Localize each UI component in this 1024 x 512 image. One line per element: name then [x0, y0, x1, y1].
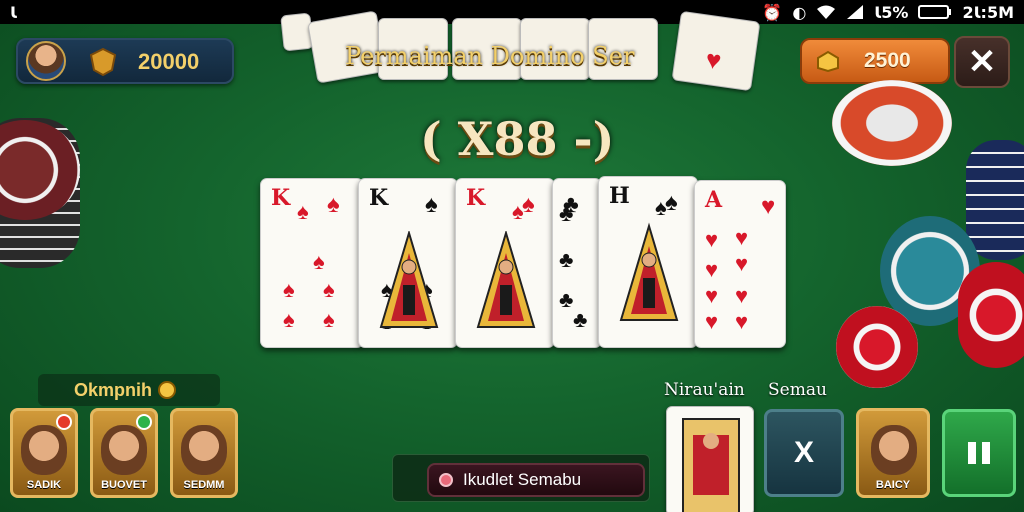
- opponent-seat[interactable]: SADIK: [10, 408, 78, 498]
- card-pip: ♣: [559, 247, 574, 272]
- hand-card[interactable]: K♠♠♠♠♠: [358, 178, 458, 348]
- chat-pill[interactable]: Ikudlet Semabu: [427, 463, 645, 497]
- player-coins: 20000: [138, 49, 200, 74]
- pause-button[interactable]: [942, 409, 1016, 497]
- multiplier-text: ( X88 -): [420, 112, 615, 166]
- opponents-label-bar: Okmpnih: [38, 374, 220, 406]
- card-rank: H: [609, 183, 630, 209]
- deco-card: ♥: [671, 10, 761, 92]
- player-avatar[interactable]: [26, 41, 66, 81]
- hand-card[interactable]: K ♠ ♠: [455, 178, 555, 348]
- coin-icon: [158, 381, 177, 399]
- opponent-name: SEDMM: [183, 479, 225, 491]
- opponent-avatar: [21, 425, 67, 475]
- card-suit-icon: ♠: [425, 191, 438, 218]
- status-badge: [136, 414, 152, 430]
- card-pip: ♠: [655, 195, 667, 220]
- card-pip: ♠: [283, 307, 295, 332]
- chip-red-1: [836, 306, 918, 388]
- player-coin-panel[interactable]: 20000: [16, 38, 234, 84]
- card-pip: ♠: [313, 249, 325, 274]
- close-icon: ✕: [967, 43, 997, 81]
- hand-card[interactable]: K ♠ ♠ ♠ ♠ ♠ ♠ ♠: [260, 178, 364, 348]
- card-pip: ♥: [705, 283, 719, 308]
- reject-label: X: [793, 436, 814, 469]
- card-pip: ♥: [705, 257, 719, 282]
- card-rank: K: [466, 185, 486, 211]
- hand-card[interactable]: H ♠ ♠: [598, 176, 698, 348]
- wallet-amount: 2500: [864, 49, 911, 72]
- opponent-seat[interactable]: BUOVET: [90, 408, 158, 498]
- action-label-right: Semau: [768, 380, 827, 400]
- battery-percent: Ꙇ5%: [874, 2, 909, 22]
- opponent-avatar: [181, 425, 227, 475]
- card-face-art: [682, 418, 740, 512]
- court-card-art: [619, 219, 679, 321]
- card-pip: ♥: [705, 227, 719, 252]
- hand-card[interactable]: A ♥ ♥ ♥ ♥ ♥ ♥ ♥ ♥ ♥: [694, 180, 786, 348]
- hand-card[interactable]: ♣ ♣ ♣ ♣ ♣: [552, 178, 602, 348]
- record-icon: [439, 473, 453, 487]
- court-card-art: [379, 229, 439, 331]
- card-pip: ♠: [297, 199, 309, 224]
- chip-stack-red: [832, 80, 952, 166]
- gold-bar-icon: [817, 50, 839, 72]
- card-pip: ♥: [705, 309, 719, 334]
- message-text: Ikudlet Semabu: [463, 470, 582, 489]
- signal-icon: [847, 5, 864, 19]
- pause-icon: [968, 442, 990, 464]
- card-rank: A: [705, 187, 723, 213]
- court-card-art: [476, 229, 536, 331]
- self-avatar: [871, 425, 917, 475]
- opponent-avatar: [101, 425, 147, 475]
- notification-icon: Ꙇ: [10, 2, 17, 22]
- opponents-label: Okmpnih: [74, 379, 153, 400]
- card-pip: ♣: [559, 287, 574, 312]
- card-pip: ♥: [735, 251, 749, 276]
- card-pip: ♠: [323, 307, 335, 332]
- battery-icon: [918, 5, 952, 19]
- dnd-icon: ◐: [792, 2, 807, 22]
- opponent-name: SADIK: [26, 479, 62, 491]
- card-pip: ♠: [323, 277, 335, 302]
- card-pip: ♥: [735, 309, 749, 334]
- card-suit-icon: ♥: [761, 193, 776, 220]
- wallet-pill[interactable]: 2500: [800, 38, 950, 84]
- card-rank: K: [271, 185, 291, 211]
- selected-card[interactable]: [666, 406, 754, 512]
- card-pip: ♠: [283, 277, 295, 302]
- card-pip: ♠: [512, 199, 524, 224]
- opponent-seat[interactable]: SEDMM: [170, 408, 238, 498]
- action-label-left: Nirau'ain: [664, 380, 745, 400]
- self-seat[interactable]: BAICY: [856, 408, 930, 498]
- opponent-name: BUOVET: [101, 479, 147, 491]
- card-pip: ♣: [559, 201, 574, 226]
- game-title: Permaiman Domino Ser: [345, 42, 635, 70]
- message-bar: Ikudlet Semabu: [392, 454, 650, 502]
- alarm-icon: ⏰: [762, 2, 783, 22]
- wifi-icon: [817, 5, 836, 19]
- chip-stack-navy: [966, 140, 1024, 260]
- reject-button[interactable]: X: [764, 409, 844, 497]
- self-name: BAICY: [875, 479, 911, 491]
- chip-red-2: [958, 262, 1024, 368]
- status-badge: [56, 414, 72, 430]
- card-pip: ♥: [735, 283, 749, 308]
- clock: 2Ꙇ:5M: [962, 2, 1014, 22]
- card-pip: ♣: [573, 307, 588, 332]
- card-pip: ♥: [735, 225, 749, 250]
- card-suit-icon: ♠: [327, 191, 340, 218]
- close-button[interactable]: ✕: [954, 36, 1010, 88]
- card-rank: K: [369, 185, 389, 211]
- gold-shield-icon: [90, 48, 116, 76]
